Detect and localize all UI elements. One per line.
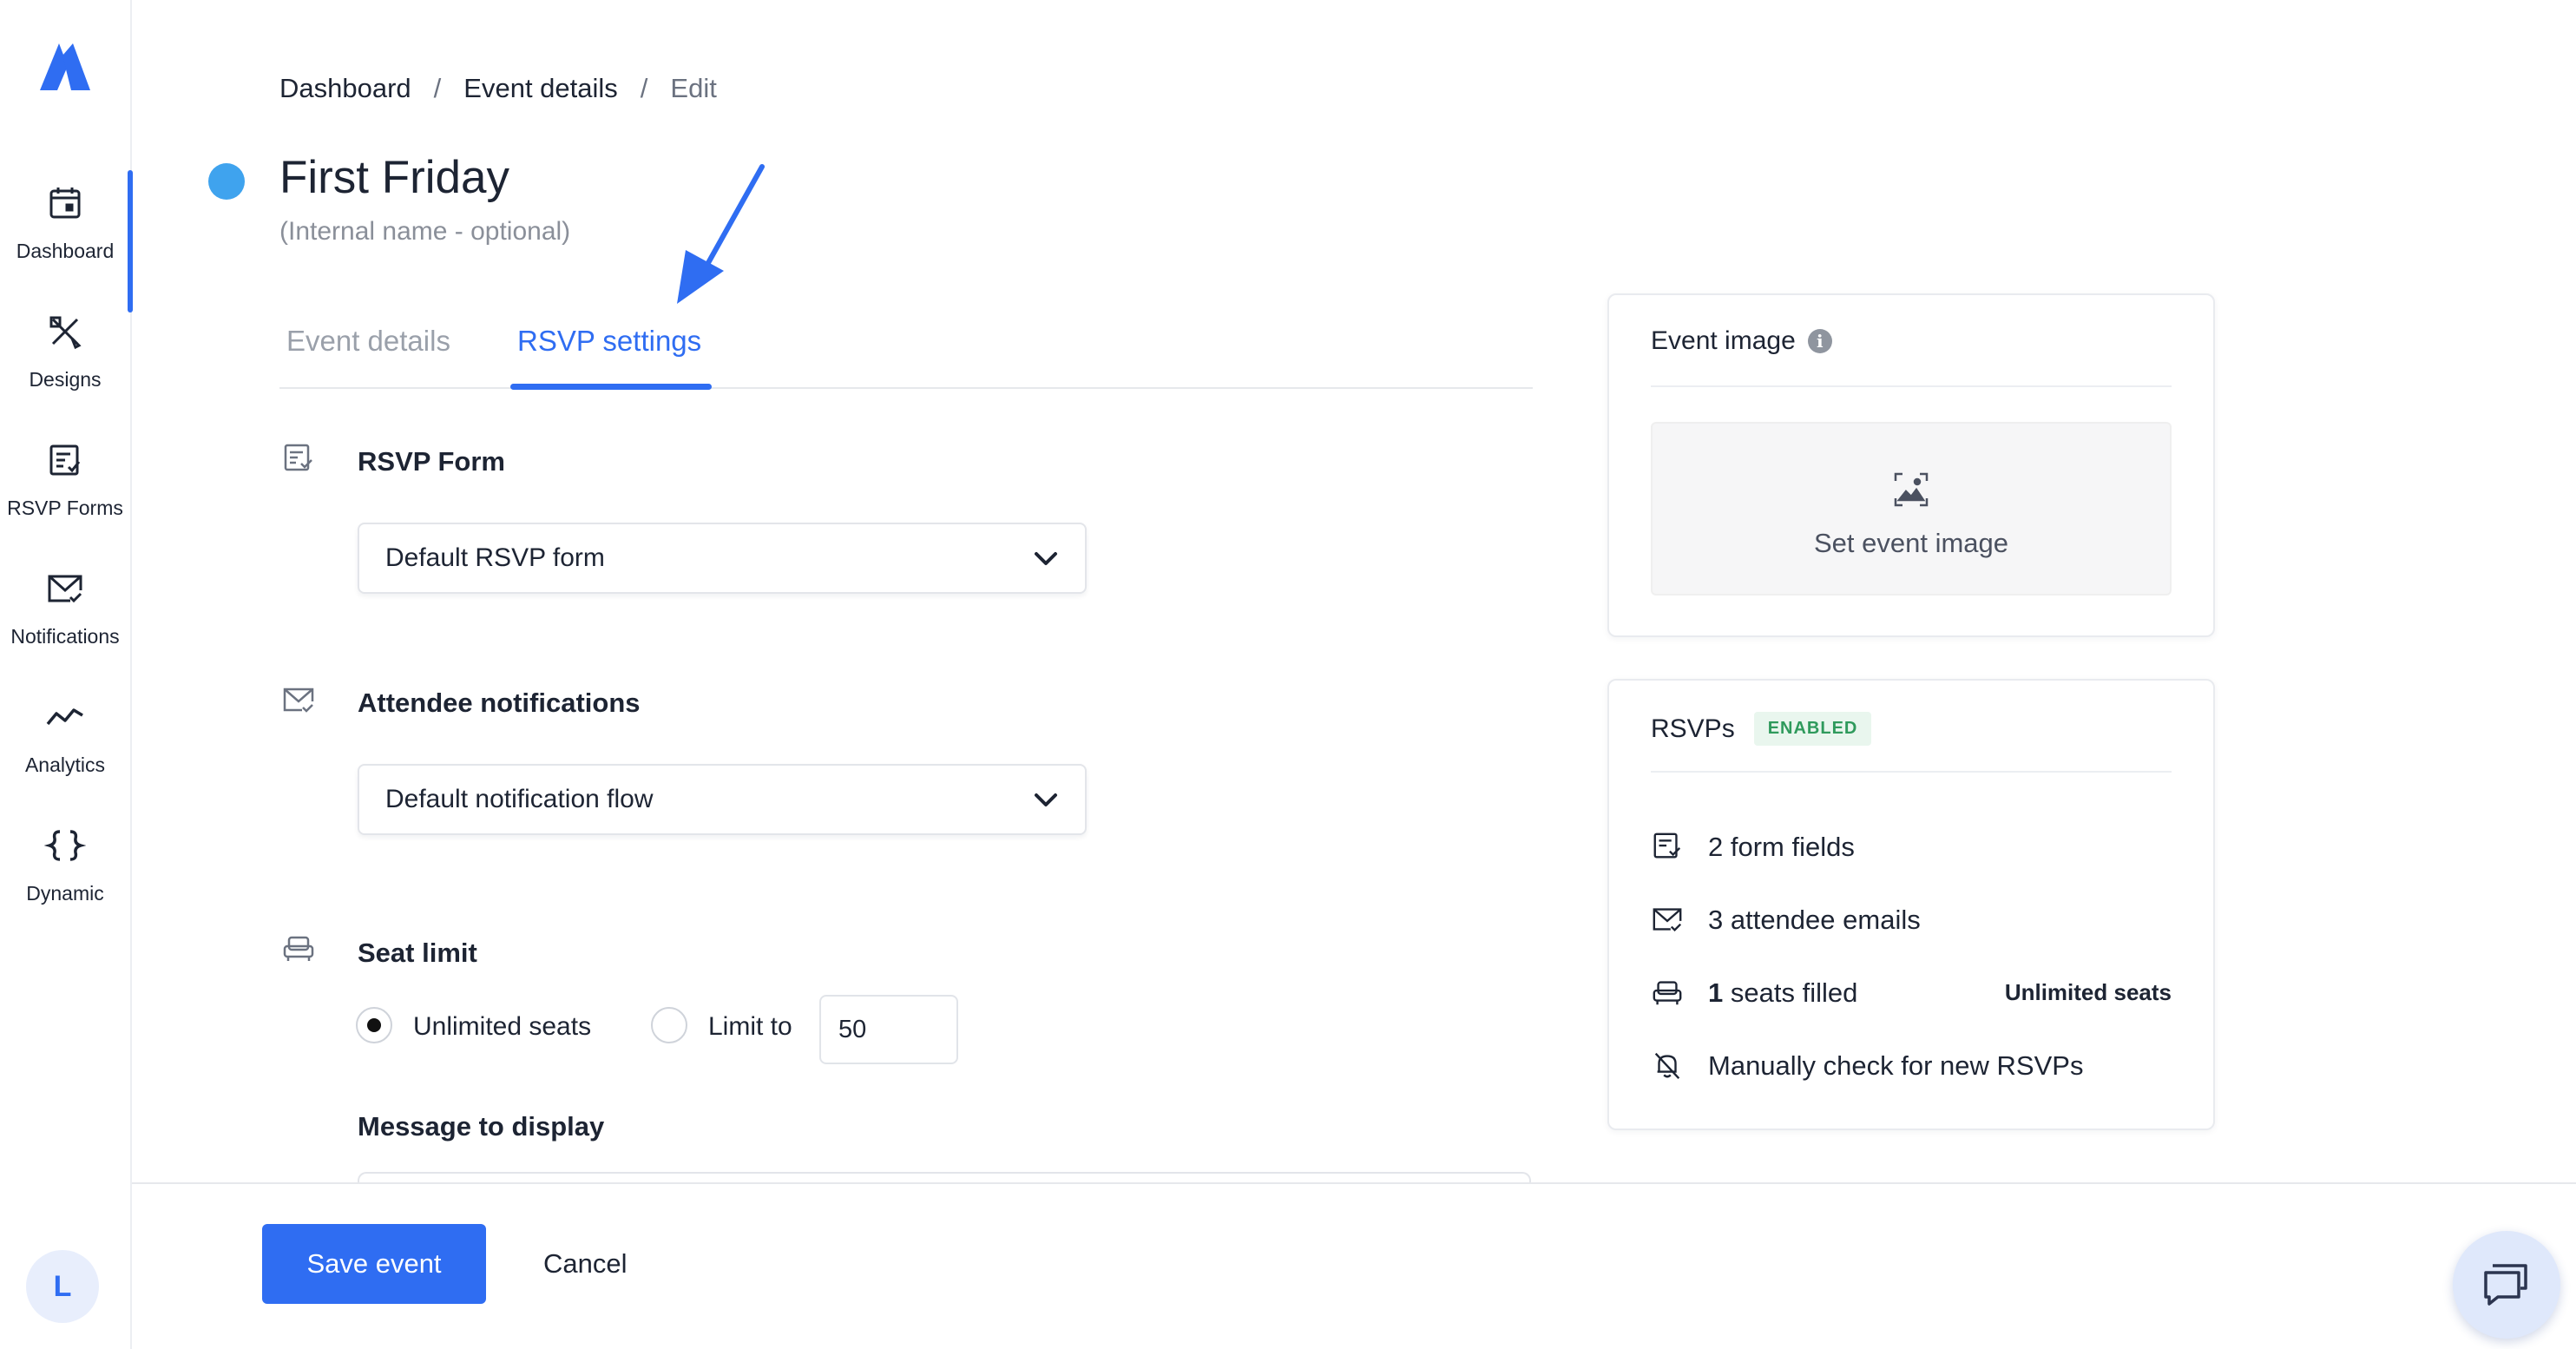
image-icon xyxy=(1894,472,1929,507)
card-header: Event image i xyxy=(1651,326,2172,387)
tab-bar: Event details RSVP settings xyxy=(279,313,1533,390)
form-icon xyxy=(284,444,312,471)
chat-icon xyxy=(2484,1264,2527,1306)
manual-check-text: Manually check for new RSVPs xyxy=(1708,1050,2084,1081)
limit-to-label[interactable]: Limit to xyxy=(708,1012,792,1042)
seat-limit-options: Unlimited seats Limit to xyxy=(354,995,1048,1064)
notification-flow-select[interactable]: Default notification flow xyxy=(358,764,1087,835)
status-badge: ENABLED xyxy=(1753,712,1872,746)
chevron-down-icon xyxy=(1035,793,1057,806)
attendee-emails-row[interactable]: 3 attendee emails xyxy=(1651,901,2172,939)
page-title[interactable]: First Friday xyxy=(279,151,509,204)
rsvps-title: RSVPs xyxy=(1651,714,1735,743)
breadcrumb-event-details[interactable]: Event details xyxy=(463,73,618,104)
form-fields-row[interactable]: 2 form fields xyxy=(1651,828,2172,866)
sidebar-item-label: Analytics xyxy=(24,753,106,776)
event-image-title: Event image xyxy=(1651,326,1796,355)
footer-bar: Save event Cancel xyxy=(132,1182,2576,1349)
seats-count: 1 xyxy=(1708,977,1724,1008)
seat-limit-heading: Seat limit xyxy=(358,938,477,968)
seat-icon xyxy=(283,936,314,961)
sidebar-item-label: Dynamic xyxy=(26,882,104,905)
braces-icon xyxy=(44,830,86,861)
select-value: Default notification flow xyxy=(385,785,654,813)
active-tab-indicator xyxy=(510,384,712,390)
set-event-image-label: Set event image xyxy=(1813,528,2009,558)
save-event-button[interactable]: Save event xyxy=(262,1224,486,1304)
select-value: Default RSVP form xyxy=(385,543,605,572)
card-header: RSVPs ENABLED xyxy=(1651,712,2172,773)
sidebar-item-label: Dashboard xyxy=(16,240,115,262)
unlimited-seats-radio[interactable] xyxy=(356,1007,392,1043)
unlimited-seats-label[interactable]: Unlimited seats xyxy=(413,1012,591,1042)
designs-icon xyxy=(49,316,82,350)
sidebar-item-dynamic[interactable]: Dynamic xyxy=(0,813,130,925)
sidebar-item-dashboard[interactable]: Dashboard xyxy=(0,170,133,313)
sidebar: Dashboard Designs RSVP Forms Notificatio… xyxy=(0,0,133,1349)
info-icon[interactable]: i xyxy=(1807,329,1832,353)
form-icon xyxy=(1653,832,1681,859)
attendee-emails-text: 3 attendee emails xyxy=(1708,905,1921,935)
sidebar-item-analytics[interactable]: Analytics xyxy=(0,684,130,797)
breadcrumb-separator: / xyxy=(640,73,648,103)
form-fields-text: 2 form fields xyxy=(1708,832,1855,862)
sidebar-item-label: Notifications xyxy=(10,625,120,648)
seats-filled-row: 1 seats filled Unlimited seats xyxy=(1651,974,2172,1012)
seat-limit-summary: Unlimited seats xyxy=(2004,979,2172,1005)
seat-limit-input[interactable] xyxy=(819,995,958,1064)
mail-check-icon xyxy=(283,688,314,713)
mail-check-icon xyxy=(48,575,82,603)
breadcrumb: Dashboard / Event details / Edit xyxy=(279,73,717,104)
calendar-icon xyxy=(49,188,81,219)
message-heading: Message to display xyxy=(358,1111,605,1142)
sidebar-item-rsvp-forms[interactable]: RSVP Forms xyxy=(0,427,130,540)
event-image-card: Event image i Set event image xyxy=(1607,293,2215,637)
avatar[interactable]: L xyxy=(26,1250,99,1323)
cancel-button[interactable]: Cancel xyxy=(517,1224,654,1304)
app-logo-icon[interactable] xyxy=(33,36,94,97)
tab-rsvp-settings[interactable]: RSVP settings xyxy=(517,325,701,358)
form-icon xyxy=(49,444,81,476)
sidebar-item-designs[interactable]: Designs xyxy=(0,299,130,411)
set-event-image-button[interactable]: Set event image xyxy=(1651,422,2172,596)
attendee-notifications-heading: Attendee notifications xyxy=(358,688,641,718)
event-color-dot[interactable] xyxy=(208,163,245,200)
chat-support-button[interactable] xyxy=(2453,1231,2560,1339)
tab-event-details[interactable]: Event details xyxy=(286,325,450,358)
sidebar-item-label: RSVP Forms xyxy=(7,497,123,519)
seat-icon xyxy=(1653,981,1682,1005)
breadcrumb-separator: / xyxy=(433,73,442,103)
breadcrumb-dashboard[interactable]: Dashboard xyxy=(279,73,411,104)
sidebar-item-label: Designs xyxy=(29,368,102,391)
chevron-down-icon xyxy=(1035,552,1057,565)
annotation-arrow-icon xyxy=(677,164,765,304)
rsvp-form-select[interactable]: Default RSVP form xyxy=(358,523,1087,594)
seats-filled-text: seats filled xyxy=(1730,977,1858,1008)
internal-name-field[interactable]: (Internal name - optional) xyxy=(279,217,570,247)
rsvp-form-heading: RSVP Form xyxy=(358,446,505,477)
bell-off-icon xyxy=(1654,1052,1680,1080)
breadcrumb-edit: Edit xyxy=(670,73,717,103)
rsvps-card: RSVPs ENABLED 2 form fields 3 attendee em… xyxy=(1607,679,2215,1130)
analytics-icon xyxy=(46,708,83,726)
sidebar-item-notifications[interactable]: Notifications xyxy=(0,556,130,668)
limit-to-radio[interactable] xyxy=(651,1007,687,1043)
mail-check-icon xyxy=(1653,908,1682,932)
manual-check-row[interactable]: Manually check for new RSVPs xyxy=(1651,1047,2172,1085)
